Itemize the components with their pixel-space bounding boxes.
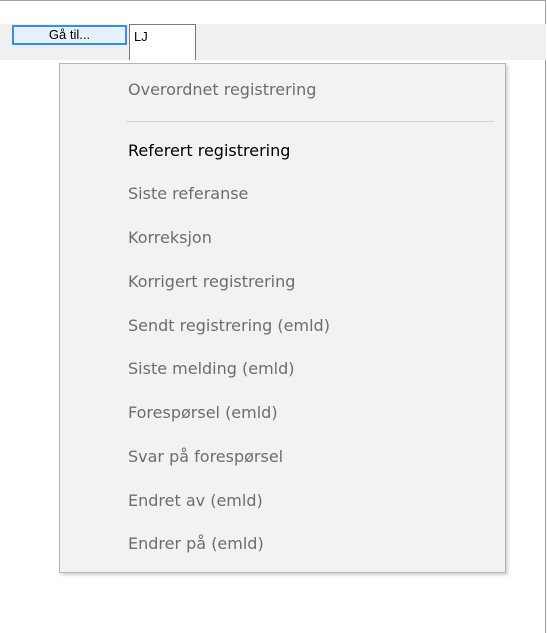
code-field[interactable]: LJ [129, 24, 196, 60]
goto-button[interactable]: Gå til... [12, 25, 127, 45]
menu-icon-gutter [60, 64, 116, 572]
menu-item-endrer-pa[interactable]: Endrer på (emld) [128, 534, 264, 553]
menu-separator [126, 121, 494, 122]
menu-item-endret-av[interactable]: Endret av (emld) [128, 491, 263, 510]
context-menu: Overordnet registrering Referert registr… [59, 63, 506, 573]
menu-item-siste-referanse[interactable]: Siste referanse [128, 184, 248, 203]
menu-item-korreksjon[interactable]: Korreksjon [128, 228, 212, 247]
menu-item-referert-registrering[interactable]: Referert registrering [128, 141, 290, 160]
menu-item-sendt-registrering[interactable]: Sendt registrering (emld) [128, 316, 330, 335]
menu-item-svar-pa-foresporsel[interactable]: Svar på forespørsel [128, 447, 283, 466]
menu-item-korrigert-registrering[interactable]: Korrigert registrering [128, 272, 295, 291]
menu-item-foresporsel[interactable]: Forespørsel (emld) [128, 403, 278, 422]
menu-item-siste-melding[interactable]: Siste melding (emld) [128, 359, 295, 378]
menu-item-overordnet-registrering[interactable]: Overordnet registrering [128, 80, 316, 99]
